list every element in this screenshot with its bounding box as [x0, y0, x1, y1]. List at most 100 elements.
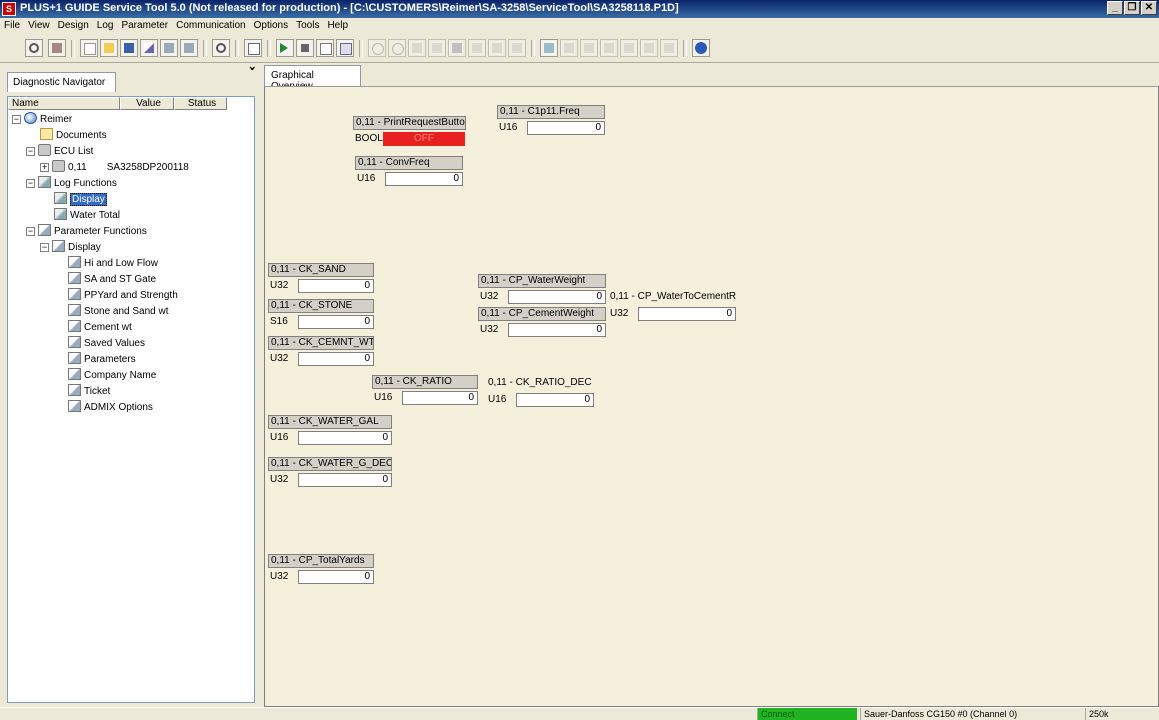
- minimize-icon[interactable]: _: [1107, 1, 1123, 15]
- tree-item-ticket[interactable]: Ticket: [68, 384, 110, 400]
- tree-item-label: Company Name: [84, 370, 157, 381]
- connect-icon[interactable]: [48, 39, 66, 57]
- tree-item-admix-options[interactable]: ADMIX Options: [68, 400, 153, 416]
- value-field[interactable]: 0: [527, 121, 605, 135]
- layout-icon[interactable]: [244, 39, 262, 57]
- widget-type: U32: [270, 474, 289, 485]
- value-field[interactable]: 0: [638, 307, 736, 321]
- tree-item-company-name[interactable]: Company Name: [68, 368, 156, 384]
- column-value[interactable]: Value: [120, 97, 174, 110]
- open-folder-icon[interactable]: [100, 39, 118, 57]
- value-field[interactable]: 0: [298, 352, 374, 366]
- list-icon[interactable]: [428, 39, 446, 57]
- chart-icon[interactable]: [488, 39, 506, 57]
- copy-icon[interactable]: [336, 39, 354, 57]
- record-icon[interactable]: [316, 39, 334, 57]
- value-field[interactable]: 0: [508, 323, 606, 337]
- menu-log[interactable]: Log: [93, 18, 118, 35]
- arrow-icon[interactable]: [408, 39, 426, 57]
- edit-icon[interactable]: [140, 39, 158, 57]
- widget-type: U16: [357, 173, 376, 184]
- search-icon[interactable]: [25, 39, 43, 57]
- restore-icon[interactable]: ❐: [1124, 1, 1140, 15]
- collapse-icon[interactable]: −: [40, 243, 49, 252]
- widget-type: S16: [270, 316, 288, 327]
- tree-item-label: Documents: [56, 130, 107, 141]
- column-name[interactable]: Name: [8, 97, 120, 110]
- menu-help[interactable]: Help: [323, 18, 352, 35]
- tree-item-saved-values[interactable]: Saved Values: [68, 336, 145, 352]
- download-icon[interactable]: [160, 39, 178, 57]
- menu-communication[interactable]: Communication: [172, 18, 249, 35]
- tree-item-cement-wt[interactable]: Cement wt: [68, 320, 132, 336]
- stop-icon[interactable]: [296, 39, 314, 57]
- menu-parameter[interactable]: Parameter: [117, 18, 172, 35]
- close-icon[interactable]: ✕: [1141, 1, 1157, 15]
- value-field[interactable]: 0: [298, 315, 374, 329]
- bool-toggle-button[interactable]: OFF: [383, 132, 465, 146]
- parameter-print-icon[interactable]: [620, 39, 638, 57]
- tree-item-label: ADMIX Options: [84, 402, 153, 413]
- parameter-grid-icon[interactable]: [660, 39, 678, 57]
- tree-item-water-total[interactable]: Water Total: [54, 208, 120, 224]
- upload-icon[interactable]: [180, 39, 198, 57]
- value-field[interactable]: 0: [298, 279, 374, 293]
- widget-type: U16: [488, 394, 507, 405]
- tree-item-parameter-display[interactable]: − Display: [40, 240, 101, 256]
- play-icon[interactable]: [276, 39, 294, 57]
- column-status[interactable]: Status: [174, 97, 227, 110]
- export-icon[interactable]: [508, 39, 526, 57]
- save-icon[interactable]: [120, 39, 138, 57]
- collapse-icon[interactable]: −: [12, 115, 21, 124]
- window-title: PLUS+1 GUIDE Service Tool 5.0 (Not relea…: [20, 2, 679, 14]
- parameter-table-icon[interactable]: [640, 39, 658, 57]
- value-field[interactable]: 0: [508, 290, 606, 304]
- connect-status[interactable]: Connect: [757, 708, 857, 720]
- tree-item-log-functions[interactable]: − Log Functions: [26, 176, 117, 192]
- menu-view[interactable]: View: [24, 18, 54, 35]
- tree-item-parameters[interactable]: Parameters: [68, 352, 136, 368]
- help-icon[interactable]: [692, 39, 710, 57]
- menu-file[interactable]: File: [0, 18, 24, 35]
- value-field[interactable]: 0: [298, 431, 392, 445]
- tree-item-stone-sand-wt[interactable]: Stone and Sand wt: [68, 304, 169, 320]
- tree-item-log-display[interactable]: Display: [54, 192, 107, 208]
- collapse-icon[interactable]: −: [26, 227, 35, 236]
- tab-graphical-overview[interactable]: Graphical Overview: [264, 65, 361, 92]
- save-log-icon[interactable]: [448, 39, 466, 57]
- collapse-icon[interactable]: −: [26, 179, 35, 188]
- collapse-icon[interactable]: −: [26, 147, 35, 156]
- tab-diagnostic-navigator[interactable]: Diagnostic Navigator: [7, 72, 116, 92]
- parameter-icon[interactable]: [540, 39, 558, 57]
- tree-item-sa-st-gate[interactable]: SA and ST Gate: [68, 272, 156, 288]
- parameter-icon: [68, 368, 81, 380]
- value-field[interactable]: 0: [298, 570, 374, 584]
- parameter-compare-icon[interactable]: [600, 39, 618, 57]
- tree-item-documents[interactable]: Documents: [40, 128, 107, 144]
- menu-tools[interactable]: Tools: [292, 18, 323, 35]
- new-file-icon[interactable]: [80, 39, 98, 57]
- expand-icon[interactable]: +: [40, 163, 49, 172]
- widget-label: 0,11 - CK_STONE: [268, 299, 374, 313]
- menu-options[interactable]: Options: [250, 18, 292, 35]
- tree-item-ecu[interactable]: +0,11 SA3258DP200118: [40, 160, 189, 176]
- value-field[interactable]: 0: [516, 393, 594, 407]
- zoom-icon[interactable]: [212, 39, 230, 57]
- menu-design[interactable]: Design: [54, 18, 93, 35]
- tree-item-ppyard-strength[interactable]: PPYard and Strength: [68, 288, 178, 304]
- value-field[interactable]: 0: [402, 391, 478, 405]
- value-field[interactable]: 0: [385, 172, 463, 186]
- parameter-load-icon[interactable]: [580, 39, 598, 57]
- parameter-save-icon[interactable]: [560, 39, 578, 57]
- tree-item-hi-low-flow[interactable]: Hi and Low Flow: [68, 256, 158, 272]
- value-field[interactable]: 0: [298, 473, 392, 487]
- tree-item-reimer[interactable]: − Reimer: [12, 112, 72, 128]
- graph-icon[interactable]: [468, 39, 486, 57]
- refresh-icon[interactable]: [368, 39, 386, 57]
- sync-icon[interactable]: [388, 39, 406, 57]
- tree-item-parameter-functions[interactable]: − Parameter Functions: [26, 224, 147, 240]
- tree-item-ecu-list[interactable]: − ECU List: [26, 144, 93, 160]
- parameter-icon: [68, 320, 81, 332]
- log-icon: [54, 208, 67, 220]
- app-icon[interactable]: S: [2, 2, 16, 16]
